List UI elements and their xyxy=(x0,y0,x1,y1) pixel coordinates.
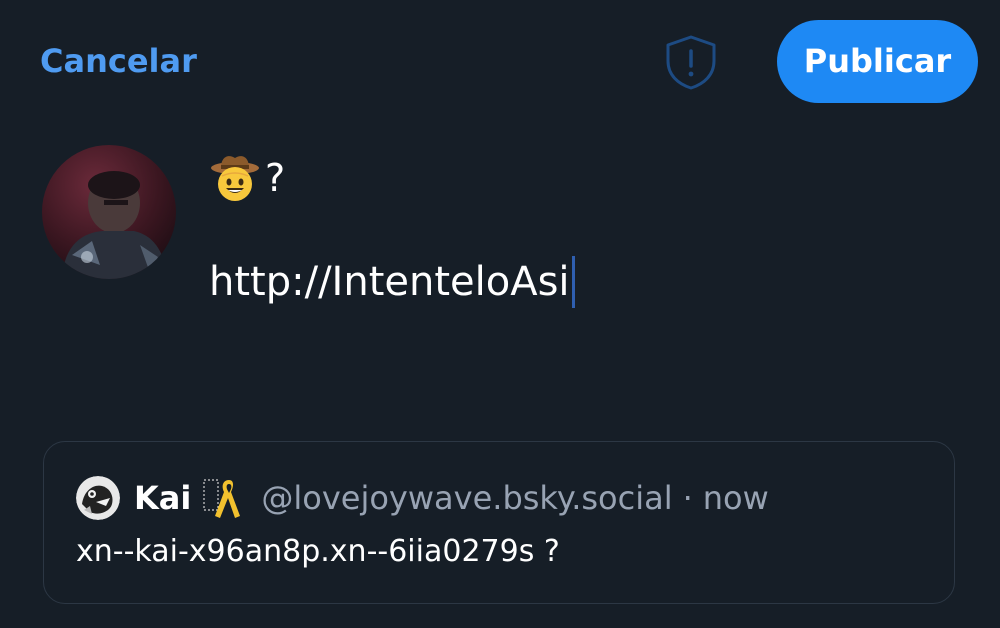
compose-screen: Cancelar Publicar ? http://IntenteloAsi … xyxy=(0,0,1000,628)
cowboy-emoji xyxy=(211,156,259,201)
avatar[interactable] xyxy=(42,145,176,279)
quoted-post-text: xn--kai-x96an8p.xn--6iia0279s ? xyxy=(76,534,560,569)
post-text-line-2: http://IntenteloAsi xyxy=(209,254,575,310)
post-text-question: ? xyxy=(265,156,286,200)
post-text-editor[interactable]: ? http://IntenteloAsi xyxy=(209,140,969,330)
quoted-author-name: Kai xyxy=(134,479,192,517)
quoted-post-header: Kai @lovejoywave.bsky.social · now xyxy=(76,476,769,520)
post-text-line-1: ? xyxy=(209,148,285,208)
post-text-link: http://IntenteloAsi xyxy=(209,259,570,305)
shield-alert-icon[interactable] xyxy=(664,34,718,90)
cancel-button[interactable]: Cancelar xyxy=(40,38,197,84)
quoted-author-avatar xyxy=(76,476,120,520)
text-caret xyxy=(571,256,575,308)
quoted-post-card[interactable]: Kai @lovejoywave.bsky.social · now xn--k… xyxy=(43,441,955,604)
meta-separator: · xyxy=(682,479,693,517)
quoted-post-time: now xyxy=(702,479,769,517)
publish-button[interactable]: Publicar xyxy=(777,20,978,103)
yellow-ribbon-icon xyxy=(203,479,241,518)
quoted-author-handle: @lovejoywave.bsky.social xyxy=(261,479,673,517)
